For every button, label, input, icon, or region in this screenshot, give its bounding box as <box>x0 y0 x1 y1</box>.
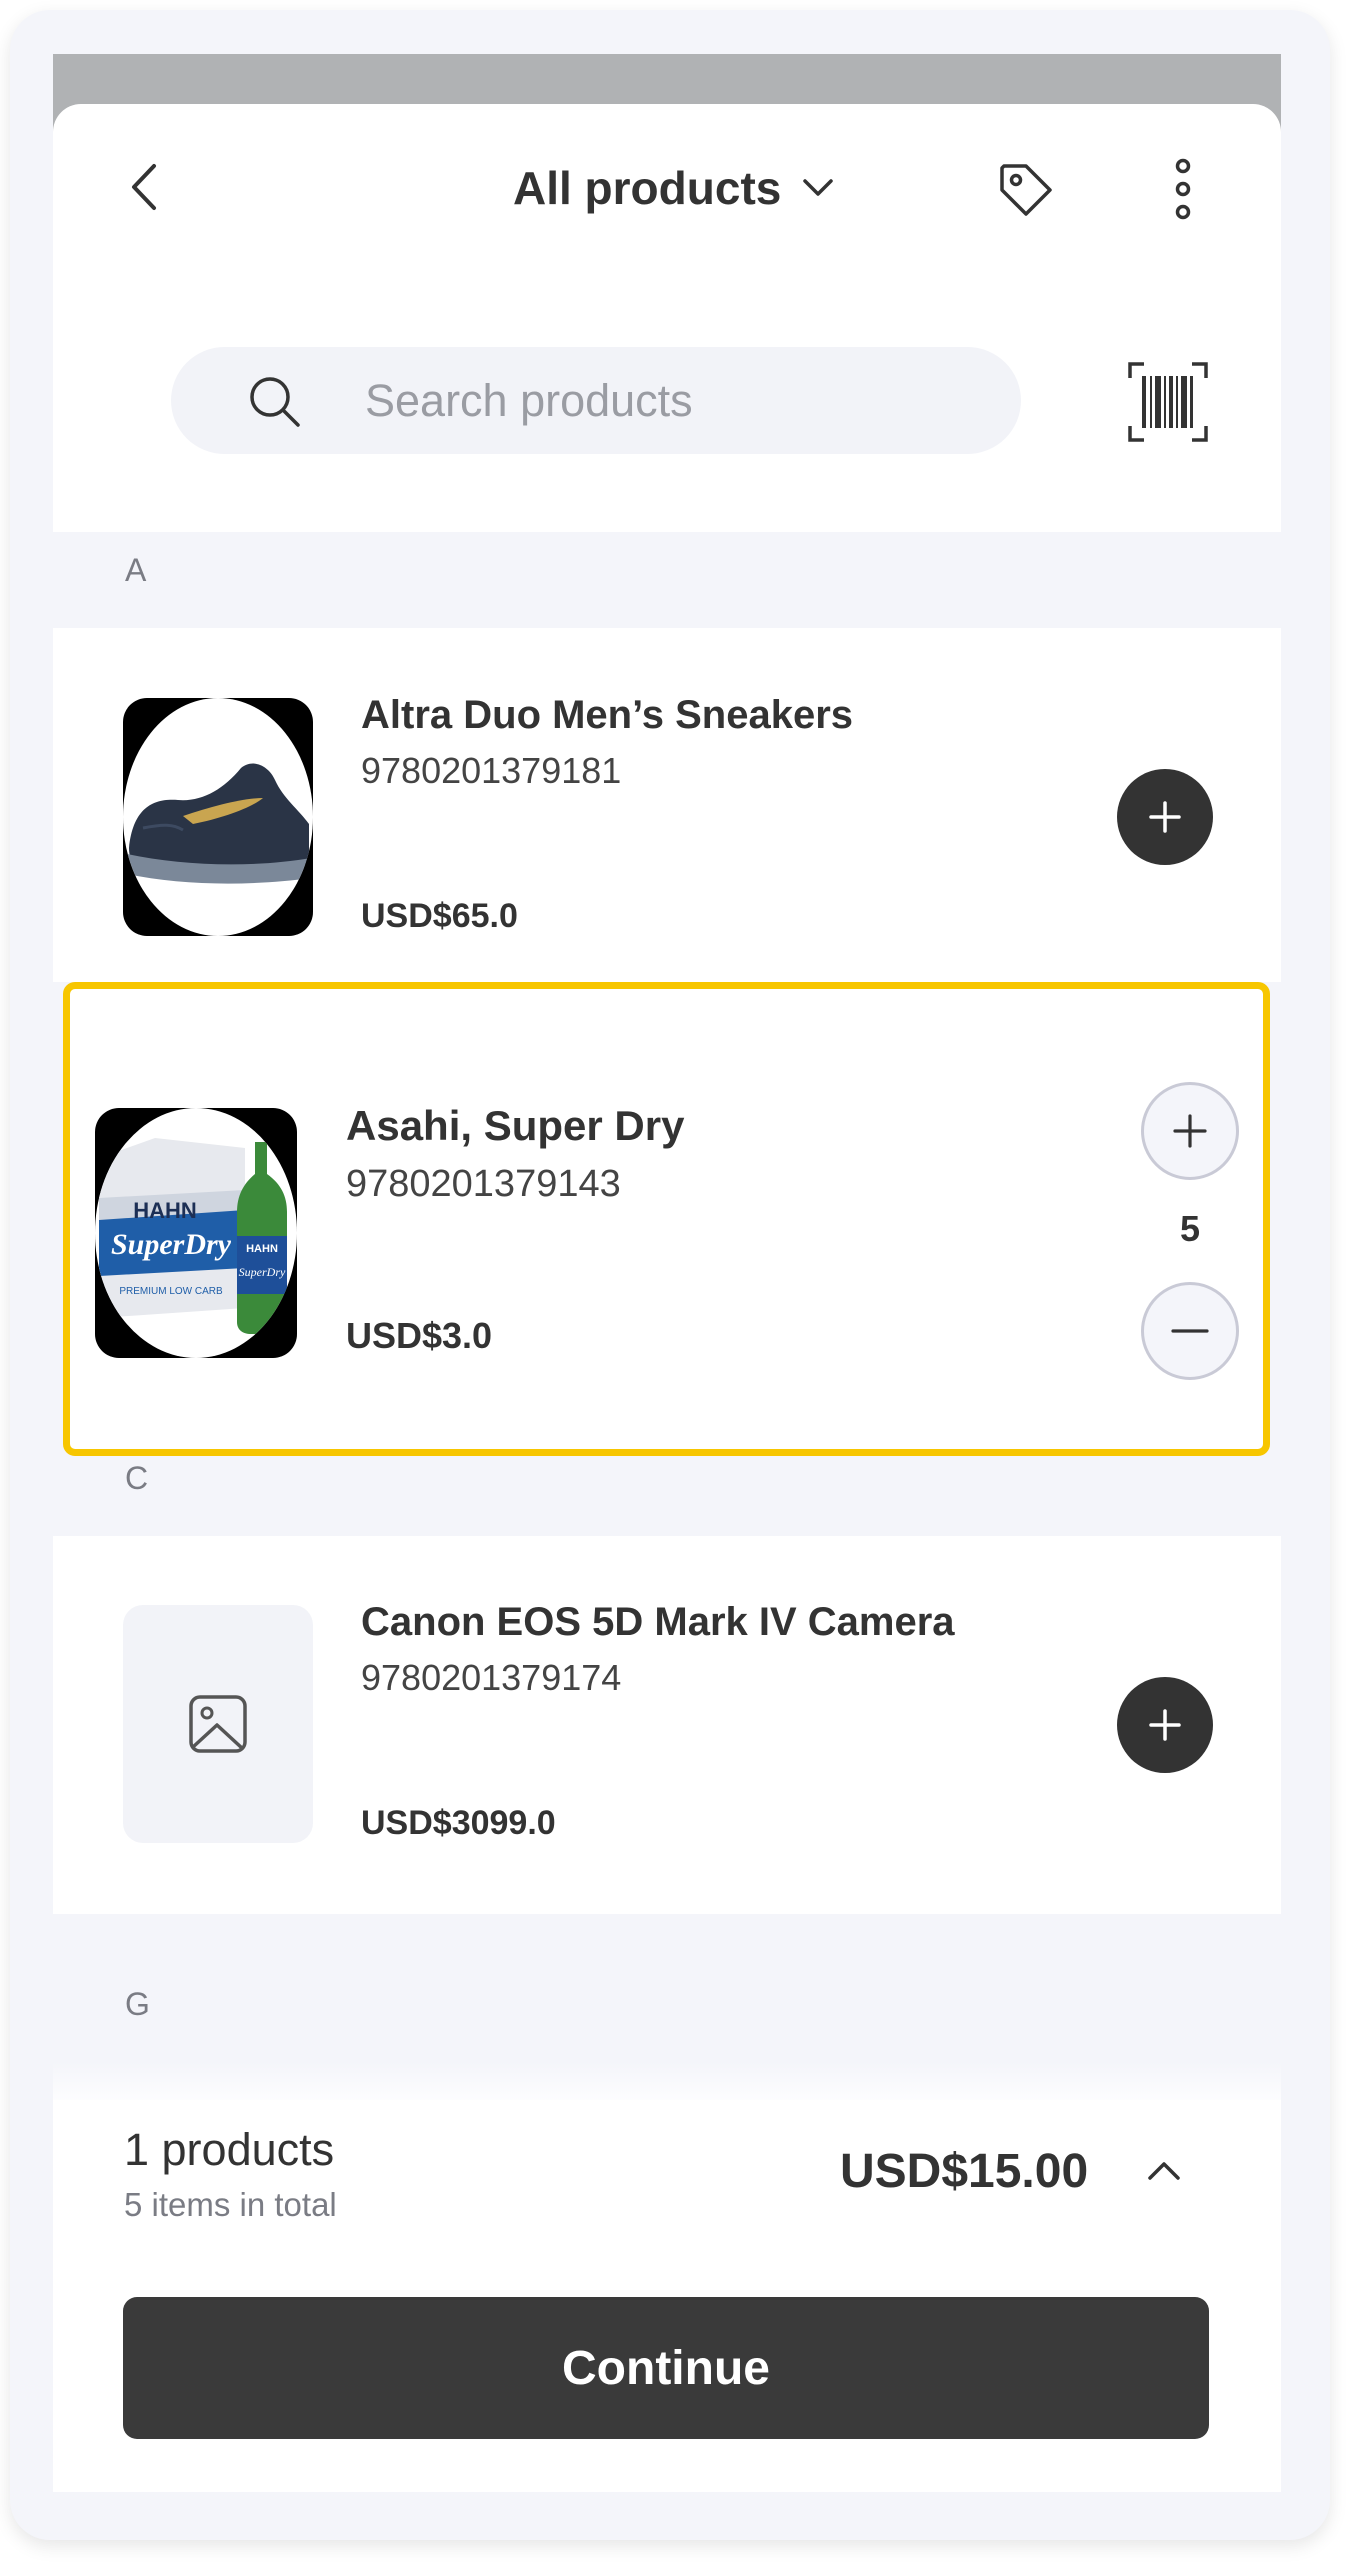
decrease-quantity-button[interactable] <box>1141 1282 1239 1380</box>
package-tagline: PREMIUM LOW CARB <box>119 1286 223 1297</box>
more-vertical-icon <box>1175 158 1191 220</box>
chevron-up-icon <box>1148 2162 1180 2180</box>
more-options-button[interactable] <box>1166 158 1200 220</box>
product-code: 9780201379174 <box>361 1657 622 1698</box>
minus-icon <box>1171 1329 1209 1333</box>
back-button[interactable] <box>120 160 170 214</box>
add-to-cart-button[interactable] <box>1117 769 1213 865</box>
continue-button[interactable]: Continue <box>123 2297 1209 2439</box>
product-code: 9780201379143 <box>346 1163 621 1205</box>
tag-icon <box>1000 164 1052 216</box>
section-header-g: G <box>125 1986 150 2022</box>
expand-summary-button[interactable] <box>1146 2158 1182 2182</box>
section-header-c: C <box>125 1460 149 1496</box>
product-price: USD$65.0 <box>361 897 518 935</box>
chevron-left-icon <box>132 164 156 210</box>
products-count: 1 products <box>124 2124 335 2175</box>
chevron-down-icon <box>803 179 834 196</box>
product-code: 9780201379181 <box>361 750 622 791</box>
product-image-beer-pack: HAHN SuperDry PREMIUM LOW CARB HAHN Supe… <box>95 1108 297 1358</box>
search-input[interactable] <box>365 347 985 454</box>
bottle-label-top: HAHN <box>246 1243 278 1255</box>
product-name: Asahi, Super Dry <box>346 1102 685 1149</box>
tag-button[interactable] <box>996 160 1056 220</box>
product-price: USD$3099.0 <box>361 1804 556 1842</box>
image-placeholder-icon <box>189 1695 247 1753</box>
search-bar[interactable] <box>171 347 1021 454</box>
product-image-sneakers <box>123 698 313 936</box>
package-brand-main: SuperDry <box>111 1228 232 1261</box>
sneaker-icon <box>127 763 311 884</box>
product-name: Altra Duo Men’s Sneakers <box>361 693 854 737</box>
search-icon <box>250 377 300 427</box>
category-dropdown[interactable]: All products <box>513 158 835 218</box>
add-to-cart-button[interactable] <box>1117 1677 1213 1773</box>
cart-total: USD$15.00 <box>840 2145 1089 2198</box>
beer-pack-icon: HAHN SuperDry PREMIUM LOW CARB HAHN Supe… <box>99 1138 287 1334</box>
product-name: Canon EOS 5D Mark IV Camera <box>361 1600 955 1644</box>
product-price: USD$3.0 <box>346 1315 493 1356</box>
page-title: All products <box>513 162 782 214</box>
increase-quantity-button[interactable] <box>1141 1082 1239 1180</box>
section-header-a: A <box>125 552 147 588</box>
product-image-placeholder <box>123 1605 313 1843</box>
barcode-scan-icon <box>1128 362 1208 442</box>
barcode-scan-button[interactable] <box>1126 360 1210 444</box>
items-total: 5 items in total <box>124 2186 337 2223</box>
plus-icon <box>1149 1709 1181 1741</box>
plus-icon <box>1149 801 1181 833</box>
package-brand-top: HAHN <box>133 1198 197 1223</box>
quantity-value: 5 <box>1179 1208 1201 1249</box>
bottle-label-main: SuperDry <box>239 1265 286 1279</box>
plus-icon <box>1173 1114 1207 1148</box>
